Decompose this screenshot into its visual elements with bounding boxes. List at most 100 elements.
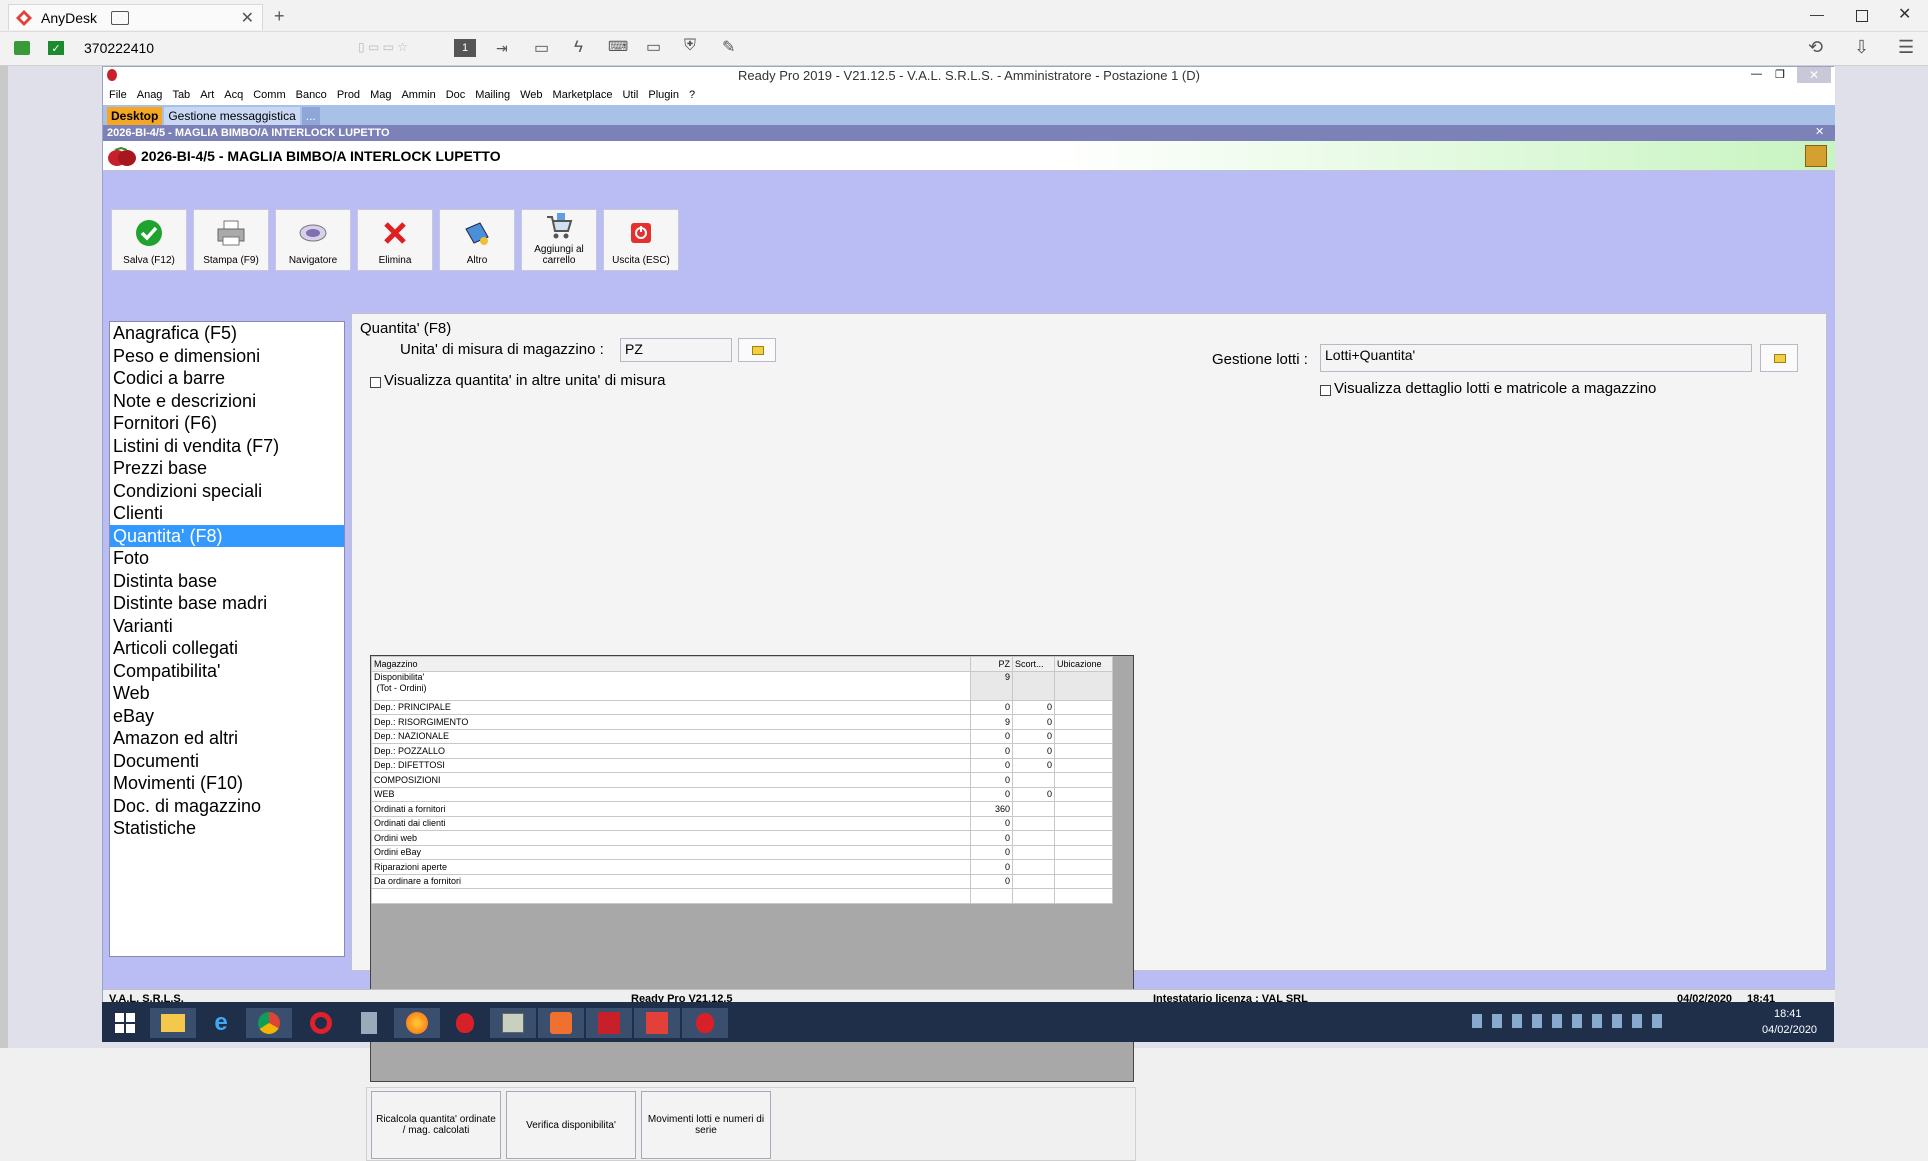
permissions-icon[interactable]: ⛨ (684, 37, 696, 55)
cell-scorta[interactable]: 0 (1012, 699, 1055, 715)
clock-date[interactable]: 04/02/2020 (1762, 1024, 1817, 1036)
menu-item[interactable]: Prod (337, 89, 360, 101)
lotti-field[interactable]: Lotti+Quantita' (1320, 344, 1752, 372)
calculator-icon[interactable] (346, 1008, 392, 1038)
opera-icon[interactable] (298, 1008, 344, 1038)
section-item[interactable]: Peso e dimensioni (110, 345, 344, 368)
section-item[interactable]: eBay (110, 705, 344, 728)
cell-scorta[interactable] (1012, 815, 1055, 831)
section-item[interactable]: Note e descrizioni (110, 390, 344, 413)
switch-side-icon[interactable]: ⇥ (496, 40, 508, 57)
exit-button[interactable]: Uscita (ESC) (603, 209, 679, 271)
cell-ubicazione[interactable] (1053, 830, 1114, 846)
firefox-icon[interactable] (394, 1008, 440, 1038)
menu-item[interactable]: Anag (137, 89, 163, 101)
menu-item[interactable]: Doc (446, 89, 466, 101)
cell-scorta[interactable] (1012, 888, 1055, 904)
tab-more[interactable]: ... (301, 107, 320, 125)
clock-time[interactable]: 18:41 (1774, 1008, 1802, 1020)
cell-ubicazione[interactable] (1053, 728, 1114, 744)
table-row[interactable]: Ordini web 0 (370, 830, 1114, 846)
anydesk-taskbar-icon[interactable] (634, 1008, 680, 1038)
menu-item[interactable]: Util (622, 89, 638, 101)
windows-start-icon[interactable] (102, 1008, 148, 1038)
table-row[interactable]: Ordini eBay 0 (370, 844, 1114, 860)
new-tab-icon[interactable]: + (274, 6, 285, 27)
minimize-icon[interactable]: — (1810, 6, 1824, 22)
readypro-taskbar-icon[interactable] (442, 1008, 488, 1038)
file-explorer-icon[interactable] (150, 1008, 196, 1038)
table-row[interactable]: Dep.: POZZALLO 0 0 (370, 743, 1114, 759)
app-close-icon[interactable]: ✕ (1797, 67, 1831, 83)
menu-item[interactable]: Mailing (475, 89, 510, 101)
cell-ubicazione[interactable] (1053, 859, 1114, 875)
internet-explorer-icon[interactable]: e (198, 1008, 244, 1038)
section-item[interactable]: Distinta base (110, 570, 344, 593)
cell-scorta[interactable] (1012, 830, 1055, 846)
draw-icon[interactable]: ✎ (722, 37, 735, 57)
menu-item[interactable]: Banco (296, 89, 327, 101)
cell-scorta[interactable]: 0 (1012, 728, 1055, 744)
cell-scorta[interactable]: 0 (1012, 743, 1055, 759)
add-to-cart-button[interactable]: Aggiungi al carrello (521, 209, 597, 271)
col-scorta[interactable]: Scort... (1012, 656, 1055, 672)
hamburger-menu-icon[interactable]: ☰ (1898, 37, 1914, 58)
section-item[interactable]: Articoli collegati (110, 637, 344, 660)
cell-ubicazione[interactable] (1053, 815, 1114, 831)
menu-item[interactable]: Plugin (648, 89, 679, 101)
table-row[interactable]: Dep.: NAZIONALE 0 0 (370, 728, 1114, 744)
close-tab-icon[interactable]: ✕ (241, 8, 254, 28)
table-row[interactable]: Dep.: RISORGIMENTO 9 0 (370, 714, 1114, 730)
cell-ubicazione[interactable] (1053, 844, 1114, 860)
table-row[interactable]: Ordinati a fornitori 360 (370, 801, 1114, 817)
um-browse-button[interactable] (738, 338, 776, 362)
section-item[interactable]: Amazon ed altri (110, 727, 344, 750)
menu-item[interactable]: Comm (253, 89, 285, 101)
menu-item[interactable]: ? (689, 89, 695, 101)
section-item[interactable]: Compatibilita' (110, 660, 344, 683)
table-row[interactable]: WEB 0 0 (370, 786, 1114, 802)
section-item[interactable]: Anagrafica (F5) (110, 322, 344, 345)
navigator-button[interactable]: Navigatore (275, 209, 351, 271)
cell-scorta[interactable] (1012, 801, 1055, 817)
menu-item[interactable]: Ammin (401, 89, 435, 101)
menu-item[interactable]: Tab (172, 89, 190, 101)
table-row[interactable]: Dep.: PRINCIPALE 0 0 (370, 699, 1114, 715)
delete-button[interactable]: Elimina (357, 209, 433, 271)
ricalcola-button[interactable]: Ricalcola quantita' ordinate / mag. calc… (371, 1091, 501, 1159)
save-button[interactable]: Salva (F12) (111, 209, 187, 271)
acrobat-icon[interactable] (586, 1008, 632, 1038)
section-item[interactable]: Prezzi base (110, 457, 344, 480)
display-1-icon[interactable]: 1 (454, 39, 476, 57)
col-ubicazione[interactable]: Ubicazione (1053, 656, 1114, 672)
table-row[interactable]: Dep.: DIFETTOSI 0 0 (370, 757, 1114, 773)
restore-icon[interactable] (1856, 10, 1868, 22)
col-magazzino[interactable]: Magazzino (370, 656, 972, 672)
section-item[interactable]: Web (110, 682, 344, 705)
section-item[interactable]: Clienti (110, 502, 344, 525)
menu-item[interactable]: Mag (370, 89, 391, 101)
altro-button[interactable]: Altro (439, 209, 515, 271)
verifica-disponibilita-button[interactable]: Verifica disponibilita' (506, 1091, 636, 1159)
cell-scorta[interactable]: 0 (1012, 786, 1055, 802)
tab-desktop[interactable]: Desktop (107, 107, 163, 125)
section-item[interactable]: Statistiche (110, 817, 344, 840)
cell-scorta[interactable] (1012, 859, 1055, 875)
box-icon[interactable] (1805, 145, 1827, 167)
menu-item[interactable]: File (109, 89, 127, 101)
cell-ubicazione[interactable] (1053, 888, 1114, 904)
cell-ubicazione[interactable] (1053, 873, 1114, 889)
menu-item[interactable]: Art (200, 89, 214, 101)
menu-item[interactable]: Web (520, 89, 542, 101)
visualizza-lotti-checkbox[interactable] (1320, 385, 1331, 396)
section-item[interactable]: Movimenti (F10) (110, 772, 344, 795)
anydesk-session-tab[interactable]: AnyDesk ✕ (8, 4, 263, 30)
menu-item[interactable]: Marketplace (553, 89, 613, 101)
cell-scorta[interactable]: 0 (1012, 714, 1055, 730)
system-tray-icons[interactable] (1472, 1014, 1662, 1028)
um-field[interactable]: PZ (620, 338, 732, 362)
spreadsheet-icon[interactable] (490, 1008, 536, 1038)
section-item[interactable]: Foto (110, 547, 344, 570)
cell-ubicazione[interactable] (1053, 714, 1114, 730)
section-item[interactable]: Varianti (110, 615, 344, 638)
